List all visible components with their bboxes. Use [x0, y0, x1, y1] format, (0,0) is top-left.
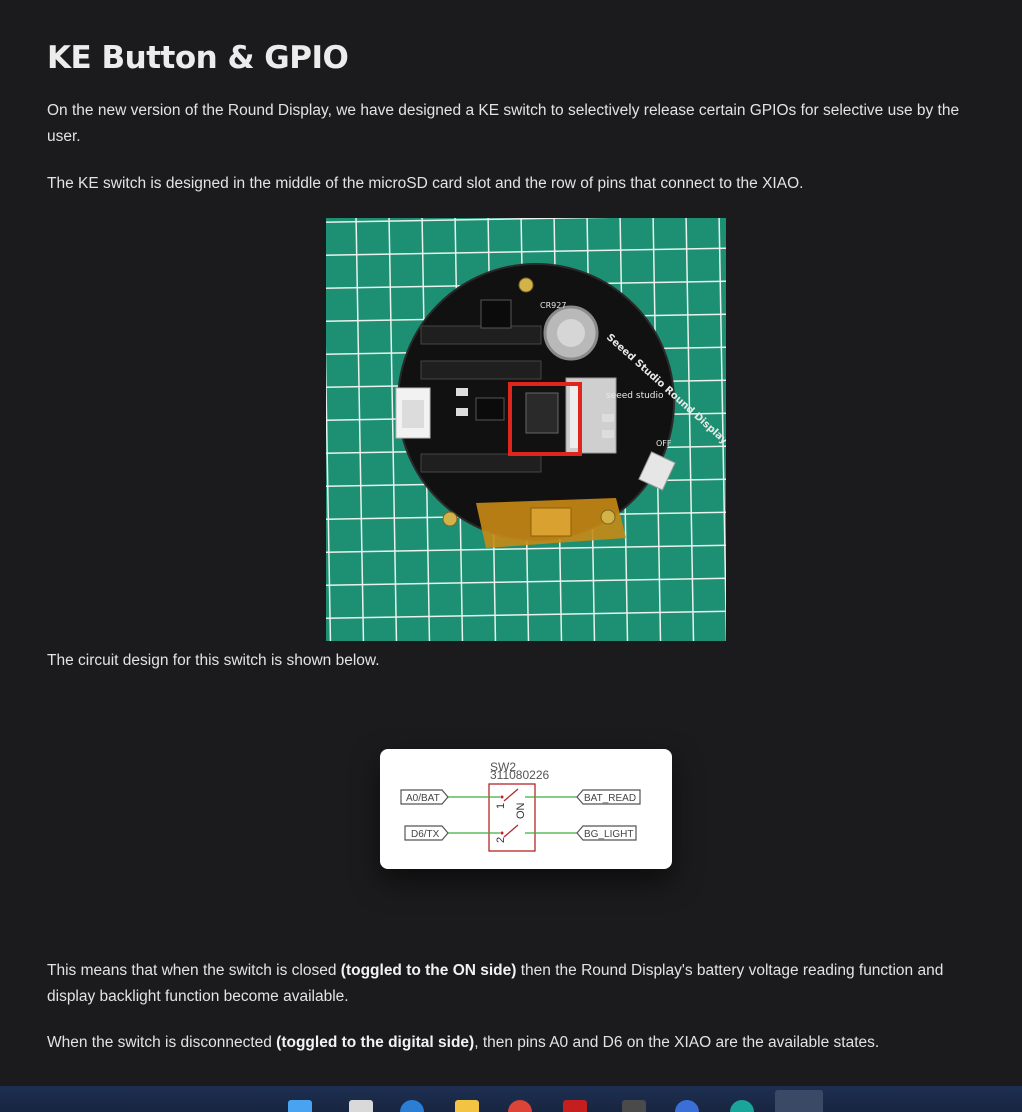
- ke-switch-schematic: SW2 311080226 1 2 ON A0/BAT D6/TX BAT_RE…: [380, 749, 672, 869]
- svg-text:2: 2: [495, 837, 507, 843]
- app-icon-4[interactable]: [775, 1090, 823, 1112]
- svg-text:A0/BAT: A0/BAT: [406, 793, 440, 804]
- windows-taskbar: [0, 1086, 1022, 1112]
- folder-icon[interactable]: [455, 1100, 479, 1112]
- paragraph-intro: On the new version of the Round Display,…: [47, 102, 960, 145]
- svg-text:OFF: OFF: [656, 439, 672, 448]
- chrome-icon[interactable]: [508, 1100, 532, 1112]
- paragraph-location: The KE switch is designed in the middle …: [47, 175, 804, 192]
- app-icon-2[interactable]: [675, 1100, 699, 1112]
- svg-text:BG_LIGHT: BG_LIGHT: [584, 829, 633, 840]
- svg-text:CR927: CR927: [540, 301, 566, 310]
- round-display-board-image: CR927 Seeed Studio Round Display for XIA…: [326, 218, 726, 641]
- windows-start-icon[interactable]: [288, 1100, 312, 1112]
- schematic-diagram: SW2 311080226 1 2 ON A0/BAT D6/TX BAT_RE…: [400, 760, 641, 852]
- emphasis-on-side: (toggled to the ON side): [340, 962, 517, 979]
- svg-text:1: 1: [495, 803, 507, 809]
- svg-text:seeed studio: seeed studio: [606, 391, 664, 401]
- paragraph-switch-closed: This means that when the switch is close…: [47, 962, 944, 1005]
- svg-text:BAT_READ: BAT_READ: [584, 793, 636, 804]
- paragraph-switch-open: When the switch is disconnected (toggled…: [47, 1034, 880, 1051]
- edge-icon[interactable]: [400, 1100, 424, 1112]
- app-icon[interactable]: [622, 1100, 646, 1112]
- arduino-icon[interactable]: [563, 1100, 587, 1112]
- switch-on-label: ON: [515, 802, 527, 819]
- app-icon-3[interactable]: [730, 1100, 754, 1112]
- round-display-photo: CR927 Seeed Studio Round Display for XIA…: [326, 218, 726, 641]
- schematic-part-number: 311080226: [490, 768, 550, 782]
- emphasis-digital-side: (toggled to the digital side): [276, 1034, 475, 1051]
- page-title: KE Button & GPIO: [47, 40, 349, 76]
- paragraph-circuit-intro: The circuit design for this switch is sh…: [47, 652, 380, 669]
- file-explorer-icon[interactable]: [349, 1100, 373, 1112]
- svg-text:D6/TX: D6/TX: [411, 829, 440, 840]
